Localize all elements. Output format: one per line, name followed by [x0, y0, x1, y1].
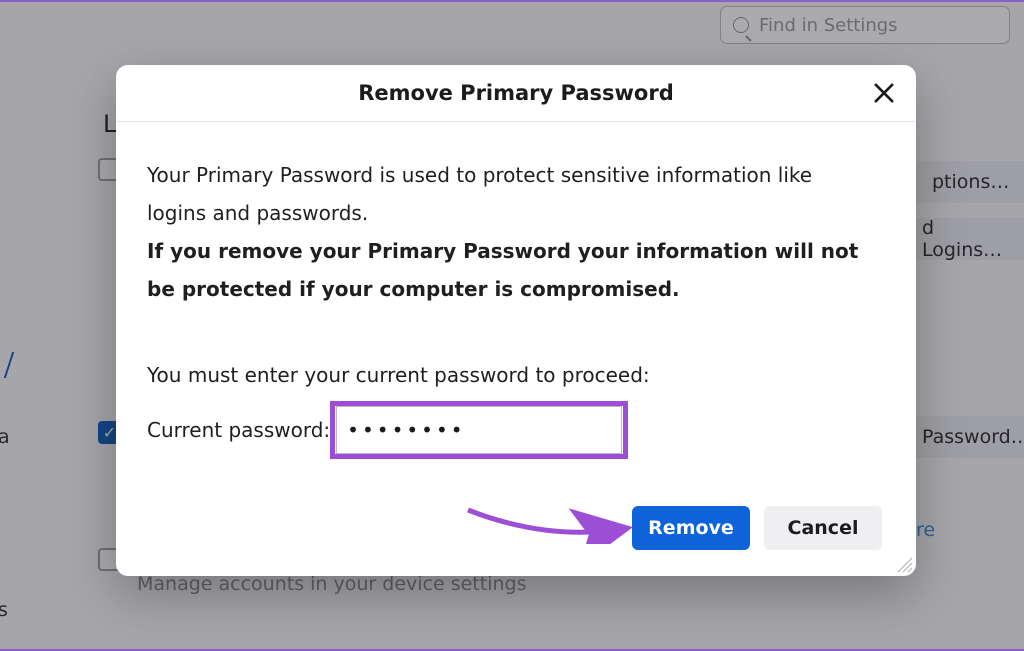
close-button[interactable]	[870, 79, 898, 107]
close-icon	[870, 79, 898, 107]
dialog-title: Remove Primary Password	[358, 81, 674, 105]
remove-primary-password-dialog: Remove Primary Password Your Primary Pas…	[116, 65, 916, 576]
dialog-body: Your Primary Password is used to protect…	[116, 122, 916, 458]
dialog-header: Remove Primary Password	[116, 65, 916, 122]
remove-button[interactable]: Remove	[632, 506, 750, 550]
password-prompt: You must enter your current password to …	[147, 356, 876, 394]
current-password-input[interactable]	[336, 406, 622, 454]
cancel-button[interactable]: Cancel	[764, 506, 882, 550]
dialog-warning-bold: If you remove your Primary Password your…	[147, 239, 858, 301]
dialog-footer: Remove Cancel	[116, 458, 916, 576]
resize-grip-icon[interactable]	[897, 557, 913, 573]
current-password-label: Current password:	[147, 411, 330, 449]
dialog-description-1: Your Primary Password is used to protect…	[147, 156, 876, 232]
